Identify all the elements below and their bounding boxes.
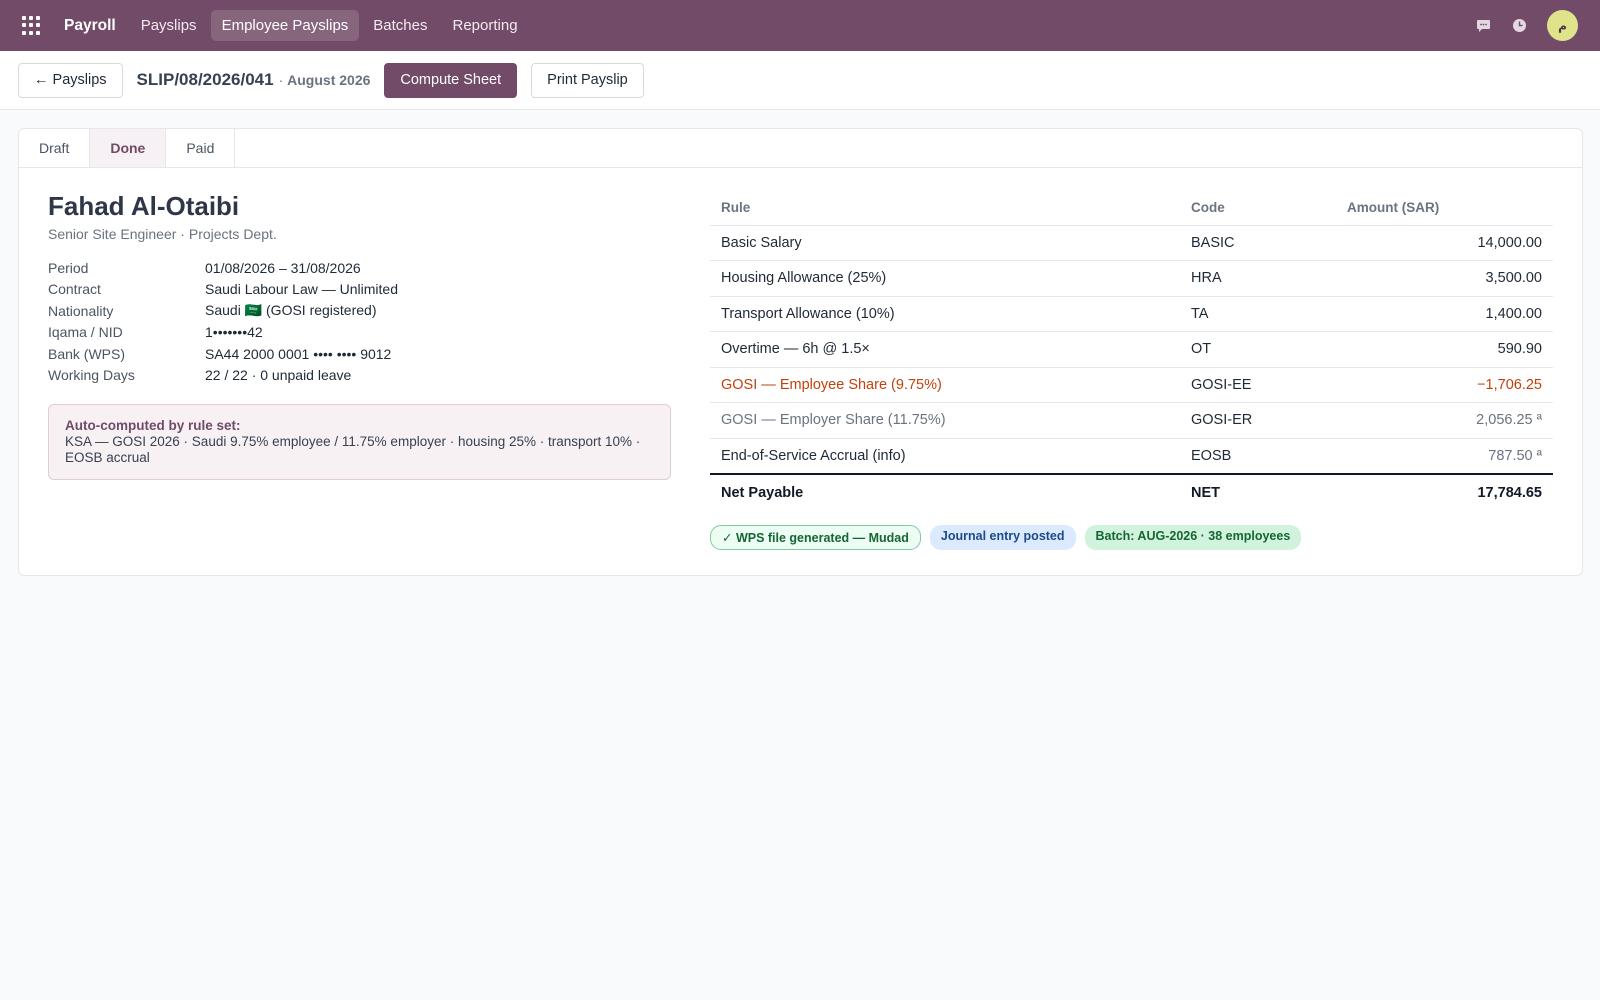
back-to-payslips-button[interactable]: ← Payslips: [18, 62, 123, 98]
status-badges: ✓ WPS file generated — Mudad Journal ent…: [710, 524, 1553, 550]
line-code: OT: [1180, 331, 1336, 368]
stage-draft[interactable]: Draft: [19, 129, 91, 167]
line-code: GOSI-EE: [1180, 367, 1336, 403]
column-header-code: Code: [1180, 191, 1336, 226]
payslip-lines-panel: Rule Code Amount (SAR) Basic Salary BASI…: [710, 191, 1553, 550]
line-rule: Overtime — 6h @ 1.5×: [710, 331, 1180, 368]
field-working-days: Working Days 22 / 22 · 0 unpaid leave: [48, 365, 671, 387]
notice-body: KSA — GOSI 2026 · Saudi 9.75% employee /…: [65, 434, 641, 465]
field-period: Period 01/08/2026 – 31/08/2026: [48, 257, 671, 279]
slip-separator: · August 2026: [279, 72, 371, 88]
app-grid-icon[interactable]: [22, 15, 42, 36]
table-row[interactable]: End-of-Service Accrual (info) EOSB 787.5…: [710, 438, 1553, 474]
wps-badge: ✓ WPS file generated — Mudad: [710, 524, 921, 550]
column-header-rule: Rule: [710, 191, 1180, 226]
field-label: Iqama / NID: [48, 324, 123, 341]
employee-panel: Fahad Al-Otaibi Senior Site Engineer · P…: [48, 191, 671, 480]
field-value: 22 / 22 · 0 unpaid leave: [205, 367, 352, 384]
line-amount: −1,706.25: [1336, 367, 1553, 403]
notice-title: Auto-computed by rule set:: [65, 418, 241, 433]
nav-item-reporting[interactable]: Reporting: [442, 10, 529, 41]
line-rule: End-of-Service Accrual (info): [710, 438, 1180, 474]
line-rule: GOSI — Employee Share (9.75%): [710, 367, 1180, 403]
status-bar: Draft Done Paid: [19, 129, 1582, 168]
table-row[interactable]: GOSI — Employee Share (9.75%) GOSI-EE −1…: [710, 367, 1553, 403]
line-code: TA: [1180, 296, 1336, 332]
line-rule: Basic Salary: [710, 225, 1180, 261]
compute-sheet-button[interactable]: Compute Sheet: [384, 62, 518, 98]
top-navbar: Payroll Payslips Employee Payslips Batch…: [0, 0, 1600, 51]
total-code: NET: [1180, 472, 1336, 511]
net-payable-row: Net Payable NET 17,784.65: [710, 472, 1553, 511]
slip-month: August 2026: [287, 72, 371, 88]
journal-badge[interactable]: Journal entry posted: [929, 524, 1076, 550]
table-row[interactable]: GOSI — Employer Share (11.75%) GOSI-ER 2…: [710, 402, 1553, 439]
employee-role: Senior Site Engineer · Projects Dept.: [48, 226, 277, 242]
table-header-row: Rule Code Amount (SAR): [710, 191, 1553, 226]
line-code: BASIC: [1180, 225, 1336, 261]
line-amount: 14,000.00: [1336, 225, 1553, 261]
table-row[interactable]: Housing Allowance (25%) HRA 3,500.00: [710, 260, 1553, 297]
line-code: EOSB: [1180, 438, 1336, 474]
employee-name: Fahad Al-Otaibi: [48, 191, 240, 221]
field-value: Saudi 🇸🇦 (GOSI registered): [205, 302, 377, 319]
batch-badge[interactable]: Batch: AUG-2026 · 38 employees: [1084, 524, 1302, 550]
employee-fields: Period 01/08/2026 – 31/08/2026 Contract …: [48, 257, 671, 386]
stage-paid[interactable]: Paid: [166, 129, 236, 167]
table-row[interactable]: Transport Allowance (10%) TA 1,400.00: [710, 296, 1553, 332]
line-amount: 787.50 ª: [1336, 438, 1553, 474]
payslip-form-card: Draft Done Paid Fahad Al-Otaibi Senior S…: [18, 128, 1583, 576]
field-value: 01/08/2026 – 31/08/2026: [205, 259, 361, 276]
print-payslip-button[interactable]: Print Payslip: [531, 62, 644, 98]
field-bank-wps: Bank (WPS) SA44 2000 0001 •••• •••• 9012: [48, 343, 671, 365]
chat-icon[interactable]: [1475, 18, 1491, 34]
line-code: GOSI-ER: [1180, 402, 1336, 439]
field-label: Contract: [48, 281, 101, 298]
total-amount: 17,784.65: [1336, 472, 1553, 511]
line-amount: 2,056.25 ª: [1336, 402, 1553, 439]
field-label: Nationality: [48, 302, 114, 319]
line-rule: Housing Allowance (25%): [710, 260, 1180, 297]
line-amount: 1,400.00: [1336, 296, 1553, 332]
user-avatar[interactable]: م: [1547, 10, 1578, 41]
nav-item-batches[interactable]: Batches: [362, 10, 438, 41]
clock-icon[interactable]: [1511, 18, 1527, 34]
separator-dot: ·: [278, 72, 284, 88]
field-iqama: Iqama / NID 1•••••••42: [48, 322, 671, 344]
field-value: SA44 2000 0001 •••• •••• 9012: [205, 345, 392, 362]
field-nationality: Nationality Saudi 🇸🇦 (GOSI registered): [48, 300, 671, 322]
field-label: Working Days: [48, 367, 135, 384]
line-amount: 590.90: [1336, 331, 1553, 368]
line-rule: GOSI — Employer Share (11.75%): [710, 402, 1180, 439]
line-rule: Transport Allowance (10%): [710, 296, 1180, 332]
total-rule: Net Payable: [710, 472, 1180, 511]
field-label: Bank (WPS): [48, 345, 126, 362]
table-row[interactable]: Overtime — 6h @ 1.5× OT 590.90: [710, 331, 1553, 368]
table-row[interactable]: Basic Salary BASIC 14,000.00: [710, 225, 1553, 261]
rule-set-notice: Auto-computed by rule set: KSA — GOSI 20…: [48, 404, 671, 480]
line-amount: 3,500.00: [1336, 260, 1553, 297]
field-contract: Contract Saudi Labour Law — Unlimited: [48, 279, 671, 301]
field-label: Period: [48, 259, 89, 276]
field-value[interactable]: Saudi Labour Law — Unlimited: [205, 281, 398, 297]
app-brand[interactable]: Payroll: [64, 17, 116, 35]
line-code: HRA: [1180, 260, 1336, 297]
column-header-amount: Amount (SAR): [1336, 191, 1553, 226]
payslip-lines-table: Rule Code Amount (SAR) Basic Salary BASI…: [710, 191, 1553, 511]
field-value: 1•••••••42: [205, 324, 263, 341]
slip-reference: SLIP/08/2026/041: [136, 70, 274, 89]
control-panel: ← Payslips SLIP/08/2026/041 · August 202…: [0, 51, 1600, 110]
nav-item-employee-payslips[interactable]: Employee Payslips: [210, 10, 360, 41]
nav-item-payslips[interactable]: Payslips: [130, 10, 208, 41]
stage-done[interactable]: Done: [90, 129, 167, 167]
